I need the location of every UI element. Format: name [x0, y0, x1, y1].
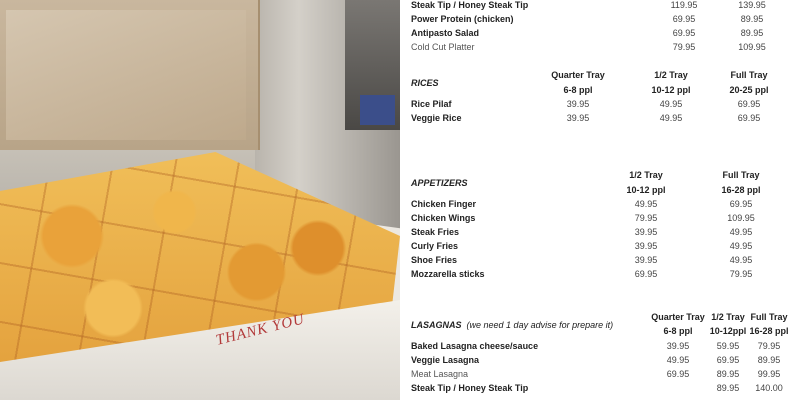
item-name: Veggie Lasagna	[411, 355, 480, 365]
column-header: Full Tray	[750, 312, 788, 322]
column-subheader: 20-25 ppl	[729, 85, 769, 95]
menu-item: Steak Tip / Honey Steak Tip 119.95 139.9…	[400, 0, 800, 14]
item-price: 39.95	[566, 99, 590, 109]
menu-item: Mozzarella sticks 69.95 79.95	[400, 269, 800, 283]
item-price: 139.95	[738, 0, 766, 10]
item-name: Curly Fries	[411, 241, 459, 251]
menu-item: Power Protein (chicken) 69.95 89.95	[400, 14, 800, 28]
menu-item: Veggie Lasagna 49.95 69.95 89.95	[400, 355, 800, 369]
item-price: 39.95	[566, 113, 590, 123]
item-price: 49.95	[729, 227, 753, 237]
section-title-lasagnas: LASAGNAS (we need 1 day advise for prepa…	[411, 320, 613, 330]
item-price: 69.95	[634, 269, 658, 279]
item-price: 49.95	[666, 355, 690, 365]
menu-item: Meat Lasagna 69.95 89.95 99.95	[400, 369, 800, 383]
item-name: Chicken Wings	[411, 213, 476, 223]
item-price: 109.95	[727, 213, 755, 223]
pizza-photo: THANK YOU	[0, 0, 400, 400]
item-price: 89.95	[757, 355, 781, 365]
item-price: 69.95	[672, 14, 696, 24]
section-note: (we need 1 day advise for prepare it)	[466, 320, 614, 330]
item-price: 69.95	[672, 28, 696, 38]
item-name: Rice Pilaf	[411, 99, 452, 109]
item-name: Steak Fries	[411, 227, 460, 237]
menu-item: Steak Tip / Honey Steak Tip 89.95 140.00	[400, 383, 800, 397]
menu-item: Chicken Wings 79.95 109.95	[400, 213, 800, 227]
item-price: 69.95	[737, 99, 761, 109]
item-price: 89.95	[716, 369, 740, 379]
item-name: Baked Lasagna cheese/sauce	[411, 341, 539, 351]
item-name: Steak Tip / Honey Steak Tip	[411, 383, 529, 393]
item-name: Shoe Fries	[411, 255, 458, 265]
column-subheader: 10-12 ppl	[651, 85, 691, 95]
item-price: 39.95	[634, 255, 658, 265]
menu-item: Veggie Rice 39.95 49.95 69.95	[400, 113, 800, 127]
column-header: 1/2 Tray	[629, 170, 663, 180]
item-name: Meat Lasagna	[411, 369, 469, 379]
column-subheader: 10-12 ppl	[626, 185, 666, 195]
column-header: Full Tray	[722, 170, 760, 180]
item-price: 69.95	[737, 113, 761, 123]
item-name: Chicken Finger	[411, 199, 477, 209]
item-price: 79.95	[757, 341, 781, 351]
column-header: Full Tray	[730, 70, 768, 80]
item-name: Steak Tip / Honey Steak Tip	[411, 0, 529, 10]
menu-item: Curly Fries 39.95 49.95	[400, 241, 800, 255]
item-name: Mozzarella sticks	[411, 269, 485, 279]
item-price: 39.95	[666, 341, 690, 351]
item-price: 69.95	[729, 199, 753, 209]
item-price: 39.95	[634, 241, 658, 251]
item-name: Antipasto Salad	[411, 28, 480, 38]
item-name: Power Protein (chicken)	[411, 14, 514, 24]
pizza-box-lid	[0, 0, 260, 150]
section-title-appetizers: APPETIZERS	[411, 178, 468, 188]
column-header: Quarter Tray	[551, 70, 605, 80]
item-price: 49.95	[729, 255, 753, 265]
menu-item: Steak Fries 39.95 49.95	[400, 227, 800, 241]
item-price: 119.95	[670, 0, 698, 10]
item-price: 49.95	[659, 99, 683, 109]
section-title-rices: RICES	[411, 78, 439, 88]
menu-item: Baked Lasagna cheese/sauce 39.95 59.95 7…	[400, 341, 800, 355]
item-price: 79.95	[672, 42, 696, 52]
column-subheader: 16-28 ppl	[749, 326, 789, 336]
item-price: 89.95	[740, 14, 764, 24]
column-subheader: 6-8 ppl	[563, 85, 593, 95]
catering-menu: Steak Tip / Honey Steak Tip 119.95 139.9…	[400, 0, 800, 400]
item-price: 89.95	[716, 383, 740, 393]
item-price: 49.95	[634, 199, 658, 209]
column-header: 1/2 Tray	[654, 70, 688, 80]
background-package	[360, 95, 395, 125]
item-price: 49.95	[729, 241, 753, 251]
item-price: 69.95	[716, 355, 740, 365]
item-price: 69.95	[666, 369, 690, 379]
item-price: 79.95	[729, 269, 753, 279]
menu-item: Antipasto Salad 69.95 89.95	[400, 28, 800, 42]
item-price: 39.95	[634, 227, 658, 237]
item-name: Veggie Rice	[411, 113, 462, 123]
item-price: 140.00	[755, 383, 783, 393]
item-price: 99.95	[757, 369, 781, 379]
item-price: 79.95	[634, 213, 658, 223]
menu-item: Cold Cut Platter 79.95 109.95	[400, 42, 800, 56]
column-subheader: 16-28 ppl	[721, 185, 761, 195]
menu-item: Shoe Fries 39.95 49.95	[400, 255, 800, 269]
item-name: Cold Cut Platter	[411, 42, 475, 52]
section-title-text: LASAGNAS	[411, 320, 462, 330]
item-price: 89.95	[740, 28, 764, 38]
menu-item: Chicken Finger 49.95 69.95	[400, 199, 800, 213]
menu-item: Rice Pilaf 39.95 49.95 69.95	[400, 99, 800, 113]
item-price: 49.95	[659, 113, 683, 123]
item-price: 59.95	[716, 341, 740, 351]
item-price: 109.95	[738, 42, 766, 52]
